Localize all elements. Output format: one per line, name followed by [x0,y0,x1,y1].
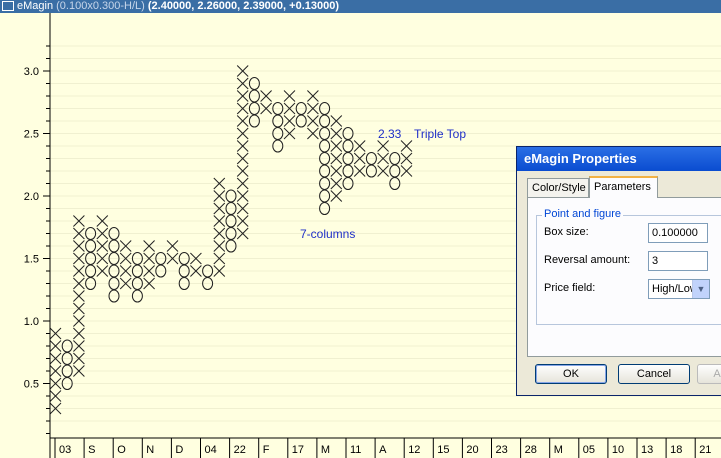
x-tick-label: A [379,444,387,456]
chart-marks [49,65,413,415]
x-tick-label: 28 [525,444,537,456]
title-parameters: (0.100x0.300-H/L) [53,0,148,12]
y-tick-label: 2.5 [24,129,39,141]
annotation-triple-top: Triple Top [414,127,467,141]
x-tick-label: O [117,444,126,456]
x-tick-label: F [263,444,270,456]
annotation-price: 2.33 [378,127,402,141]
price-field-select[interactable]: High/Low Range ▼ [648,279,710,299]
tab-color-style[interactable]: Color/Style [527,178,589,197]
x-tick-label: 05 [583,444,595,456]
x-tick-label: 20 [466,444,478,456]
title-prefix: eMagin [17,0,54,12]
y-tick-label: 3.0 [24,66,39,78]
x-tick-label: 12 [408,444,420,456]
x-tick-label: S [88,444,95,456]
x-tick-label: 10 [612,444,624,456]
x-tick-label: 04 [205,444,217,456]
y-tick-label: 1.5 [24,254,39,266]
dialog-title[interactable]: eMagin Properties [517,147,721,171]
annotation-columns: 7-columns [300,227,356,241]
x-tick-label: 17 [292,444,304,456]
x-tick-label: 22 [234,444,246,456]
window-icon [2,1,14,11]
title-values: (2.40000, 2.26000, 2.39000, +0.13000) [147,0,339,12]
y-tick-label: 2.0 [24,191,39,203]
x-tick-label: D [175,444,183,456]
reversal-input[interactable] [648,251,708,271]
apply-button[interactable]: A [697,364,721,384]
x-tick-label: N [146,444,154,456]
x-tick-label: M [554,444,563,456]
parameters-panel: Point and figure Box size: Reversal amou… [527,197,721,357]
group-label: Point and figure [542,208,624,220]
y-tick-label: 0.5 [24,379,39,391]
tab-parameters[interactable]: Parameters [589,176,658,198]
cancel-button[interactable]: Cancel [618,364,690,384]
reversal-label: Reversal amount: [544,254,631,266]
properties-dialog[interactable]: eMagin Properties Color/Style Point and … [516,146,721,396]
x-tick-label: M [321,444,330,456]
title-bar[interactable]: eMagin (0.100x0.300-H/L) (2.40000, 2.260… [0,0,721,13]
x-tick-label: 23 [496,444,508,456]
y-tick-label: 1.0 [24,316,39,328]
x-tick-label: 13 [641,444,653,456]
x-tick-label: 21 [699,444,711,456]
box-size-label: Box size: [544,226,589,238]
x-tick-label: 18 [670,444,682,456]
ok-button[interactable]: OK [535,364,607,384]
box-size-input[interactable] [648,223,708,243]
x-tick-label: 03 [59,444,71,456]
x-tick-label: 15 [437,444,449,456]
chevron-down-icon[interactable]: ▼ [692,280,709,298]
x-tick-label: 11 [350,444,361,456]
price-field-label: Price field: [544,282,596,294]
